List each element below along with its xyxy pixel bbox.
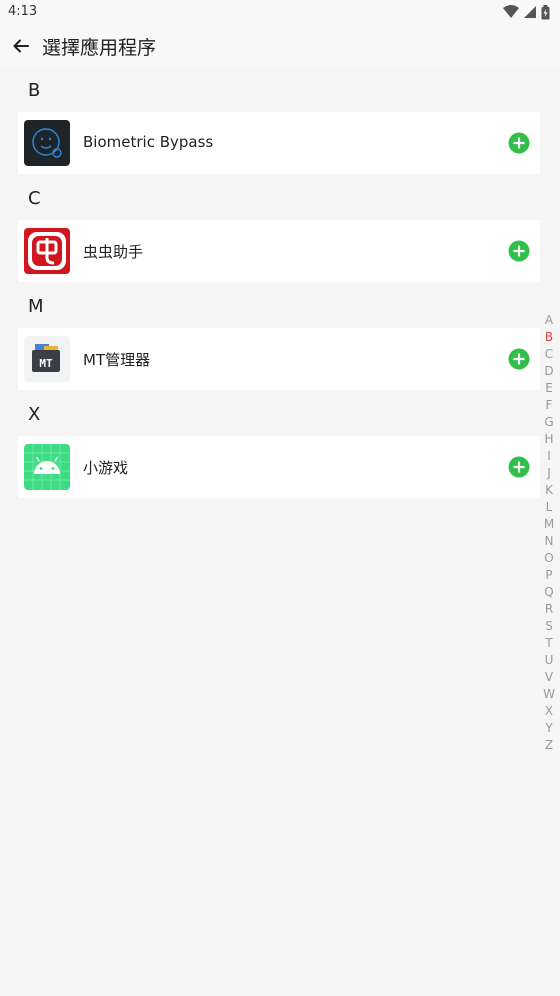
index-letter-i[interactable]: I (540, 448, 558, 465)
arrow-back-icon (13, 39, 29, 53)
index-letter-c[interactable]: C (540, 346, 558, 363)
alphabet-index-bar[interactable]: ABCDEFGHIJKLMNOPQRSTUVWXYZ (540, 312, 558, 754)
index-letter-d[interactable]: D (540, 363, 558, 380)
index-letter-y[interactable]: Y (540, 720, 558, 737)
add-button[interactable] (508, 240, 530, 262)
android-icon (24, 444, 70, 490)
add-circle-icon (508, 348, 530, 370)
app-row-biometric-bypass[interactable]: Biometric Bypass (18, 112, 540, 174)
wifi-icon (503, 5, 519, 18)
index-letter-u[interactable]: U (540, 652, 558, 669)
status-bar: 4:13 (0, 0, 560, 24)
index-letter-z[interactable]: Z (540, 737, 558, 754)
app-row-mini-game[interactable]: 小游戏 (18, 436, 540, 498)
mt-manager-icon: MT (24, 336, 70, 382)
signal-icon (524, 6, 536, 18)
section-header-x: X (28, 404, 41, 425)
index-letter-t[interactable]: T (540, 635, 558, 652)
svg-text:MT: MT (39, 357, 53, 370)
status-icons (503, 4, 550, 20)
chongchong-icon (24, 228, 70, 274)
app-bar: 選擇應用程序 (0, 24, 560, 68)
page-title: 選擇應用程序 (42, 37, 157, 59)
index-letter-j[interactable]: J (540, 465, 558, 482)
app-row-chongchong[interactable]: 虫虫助手 (18, 220, 540, 282)
section-header-c: C (28, 188, 41, 209)
index-letter-w[interactable]: W (540, 686, 558, 703)
add-circle-icon (508, 456, 530, 478)
index-letter-k[interactable]: K (540, 482, 558, 499)
app-name: 小游戏 (83, 459, 129, 477)
back-button[interactable] (10, 35, 32, 57)
index-letter-q[interactable]: Q (540, 584, 558, 601)
section-header-m: M (28, 296, 44, 317)
app-name: 虫虫助手 (83, 243, 144, 261)
index-letter-g[interactable]: G (540, 414, 558, 431)
add-button[interactable] (508, 132, 530, 154)
index-letter-r[interactable]: R (540, 601, 558, 618)
add-button[interactable] (508, 348, 530, 370)
index-letter-l[interactable]: L (540, 499, 558, 516)
index-letter-v[interactable]: V (540, 669, 558, 686)
add-circle-icon (508, 132, 530, 154)
app-row-mt-manager[interactable]: MT MT管理器 (18, 328, 540, 390)
index-letter-p[interactable]: P (540, 567, 558, 584)
index-letter-h[interactable]: H (540, 431, 558, 448)
index-letter-x[interactable]: X (540, 703, 558, 720)
app-name: Biometric Bypass (83, 133, 214, 151)
battery-icon (541, 4, 550, 19)
index-letter-s[interactable]: S (540, 618, 558, 635)
index-letter-f[interactable]: F (540, 397, 558, 414)
app-name: MT管理器 (83, 351, 151, 369)
add-button[interactable] (508, 456, 530, 478)
status-time: 4:13 (8, 4, 38, 19)
index-letter-o[interactable]: O (540, 550, 558, 567)
biometric-bypass-icon (24, 120, 70, 166)
index-letter-n[interactable]: N (540, 533, 558, 550)
index-letter-a[interactable]: A (540, 312, 558, 329)
section-header-b: B (28, 80, 41, 101)
add-circle-icon (508, 240, 530, 262)
index-letter-e[interactable]: E (540, 380, 558, 397)
index-letter-b[interactable]: B (540, 329, 558, 346)
index-letter-m[interactable]: M (540, 516, 558, 533)
